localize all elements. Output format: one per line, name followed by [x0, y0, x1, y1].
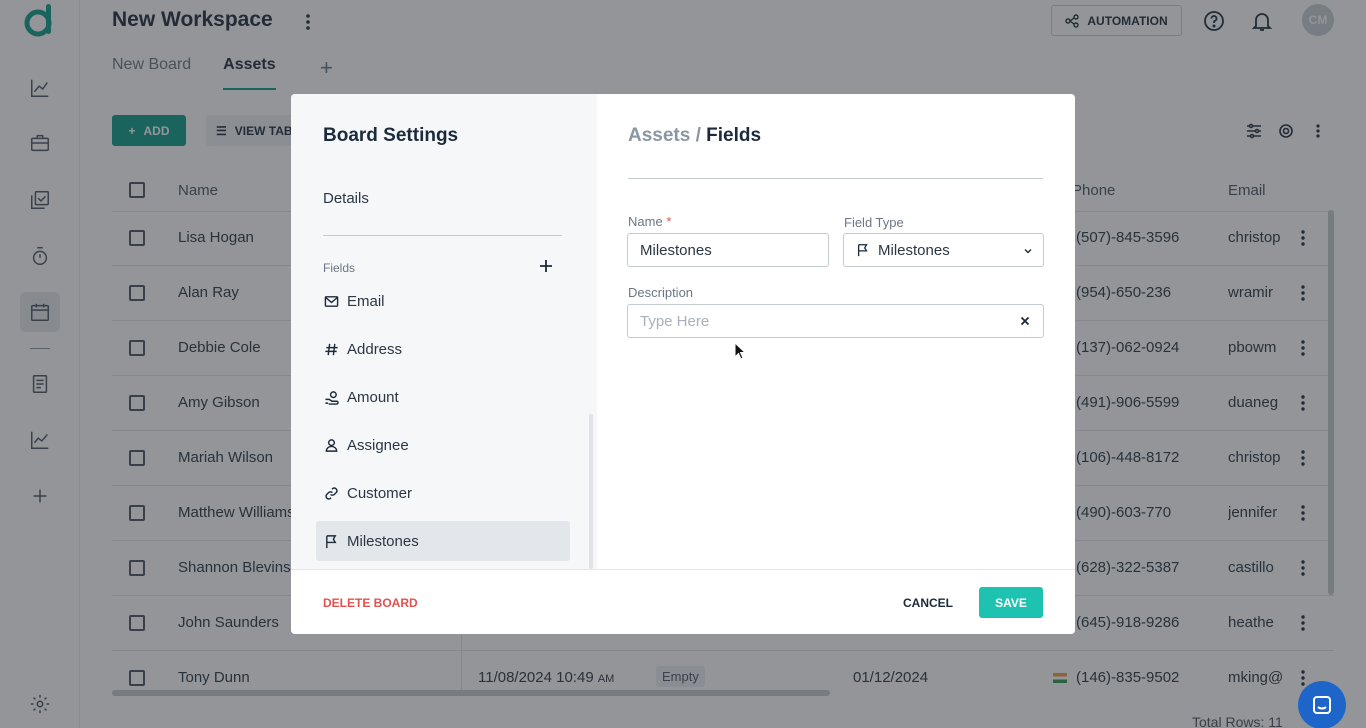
field-item-email[interactable]: Email [316, 281, 570, 321]
description-label: Description [628, 285, 694, 300]
save-button[interactable]: SAVE [979, 587, 1043, 618]
breadcrumb: Assets / Fields [628, 125, 761, 147]
nav-scrollbar[interactable] [589, 414, 593, 569]
modal-title: Board Settings [323, 125, 459, 146]
field-label: Milestones [347, 532, 419, 550]
chat-icon [1313, 696, 1331, 714]
nav-divider [323, 235, 562, 236]
flag-icon [326, 534, 337, 548]
field-type-value: Milestones [878, 241, 950, 259]
settings-nav: Board Settings Details Fields Email Addr… [291, 94, 597, 569]
header-divider [628, 178, 1043, 179]
breadcrumb-separator: / [695, 125, 701, 146]
breadcrumb-current: Fields [706, 125, 762, 146]
field-label: Address [347, 340, 403, 358]
link-icon [325, 486, 338, 500]
nav-details[interactable]: Details [323, 190, 369, 207]
description-field[interactable]: Type Here [627, 304, 1044, 338]
field-label: Customer [347, 484, 413, 502]
mail-icon [324, 295, 339, 307]
chevron-down-icon [1024, 249, 1032, 254]
name-label: Name * [628, 214, 671, 229]
chat-button[interactable] [1298, 681, 1346, 728]
field-type-select[interactable]: Milestones [843, 233, 1044, 267]
user-icon [325, 438, 338, 452]
fields-section-label: Fields [323, 261, 356, 275]
breadcrumb-parent[interactable]: Assets [628, 125, 690, 146]
field-item-amount[interactable]: Amount [316, 377, 570, 417]
board-settings-modal: Board Settings Details Fields Email Addr… [291, 94, 1075, 634]
field-item-milestones[interactable]: Milestones [316, 521, 570, 561]
field-label: Assignee [347, 436, 409, 454]
mouse-cursor-icon [734, 342, 746, 360]
field-label: Amount [347, 388, 399, 406]
cancel-button[interactable]: CANCEL [903, 596, 953, 610]
field-label: Email [347, 292, 385, 310]
flag-icon [857, 244, 868, 257]
name-label-text: Name [628, 214, 663, 229]
required-mark: * [666, 214, 672, 229]
description-placeholder: Type Here [640, 312, 710, 330]
add-field-icon[interactable] [538, 258, 554, 274]
delete-board-button[interactable]: DELETE BOARD [323, 596, 418, 610]
clear-icon[interactable] [1019, 315, 1031, 327]
modal-footer: DELETE BOARD CANCEL SAVE [291, 569, 1075, 634]
field-item-address[interactable]: Address [316, 329, 570, 369]
field-type-label: Field Type [844, 215, 904, 230]
field-item-assignee[interactable]: Assignee [316, 425, 570, 465]
hash-icon [325, 343, 338, 355]
coins-icon [325, 390, 339, 405]
field-item-customer[interactable]: Customer [316, 473, 570, 513]
name-field[interactable]: Milestones [627, 233, 829, 267]
